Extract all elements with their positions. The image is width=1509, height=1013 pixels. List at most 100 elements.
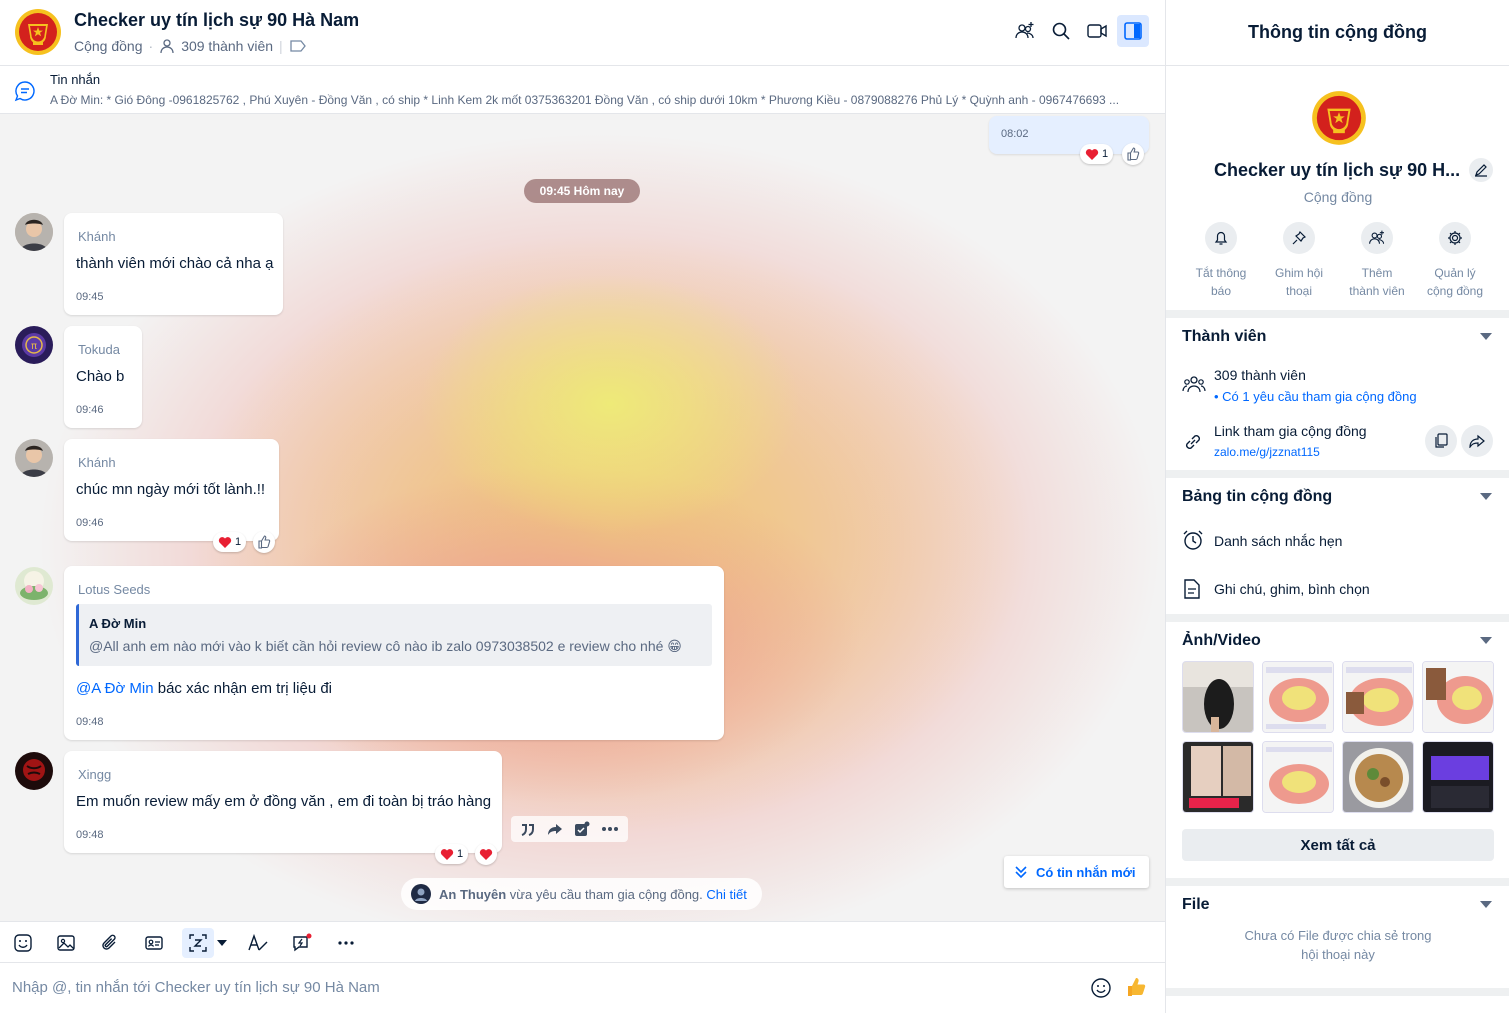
- copy-icon[interactable]: [1425, 425, 1457, 457]
- contact-card-icon[interactable]: [138, 928, 170, 958]
- edit-name-icon[interactable]: [1469, 158, 1493, 182]
- new-messages-button[interactable]: Có tin nhắn mới: [1004, 856, 1149, 888]
- message-bubble[interactable]: Lotus Seeds A Đờ Min @All anh em nào mới…: [64, 566, 724, 740]
- divider: [1166, 470, 1509, 478]
- media-thumbnail[interactable]: [1342, 741, 1414, 813]
- file-section-title[interactable]: File: [1182, 896, 1210, 914]
- like-reaction-button[interactable]: [1122, 143, 1144, 165]
- action-label: Quản lý: [1434, 266, 1476, 280]
- pinned-message-bar[interactable]: Tin nhắn A Đờ Min: * Gió Đông -096182576…: [0, 66, 1165, 114]
- media-thumbnail[interactable]: [1422, 661, 1494, 733]
- message-input[interactable]: Nhập @, tin nhắn tới Checker uy tín lịch…: [12, 979, 380, 996]
- toggle-info-panel-icon[interactable]: [1117, 15, 1149, 47]
- divider: [1166, 310, 1509, 318]
- media-thumbnail[interactable]: [1262, 741, 1334, 813]
- message-time: 09:45: [76, 291, 104, 303]
- gear-icon: [1439, 222, 1471, 254]
- emoji-icon[interactable]: [1090, 977, 1112, 999]
- text-format-icon[interactable]: [242, 928, 274, 958]
- message-bubble[interactable]: Xingg Em muốn review mấy em ở đồng văn ,…: [64, 751, 502, 853]
- reaction-count: 1: [235, 536, 242, 548]
- board-section-title[interactable]: Bảng tin cộng đồng: [1182, 488, 1332, 506]
- manage-community-button[interactable]: Quản lý cộng đồng: [1415, 222, 1495, 300]
- join-request-link[interactable]: • Có 1 yêu cầu tham gia cộng đồng: [1214, 389, 1417, 404]
- sender-name[interactable]: Tokuda: [78, 342, 120, 357]
- attachment-icon[interactable]: [94, 928, 126, 958]
- media-thumbnail[interactable]: [1422, 741, 1494, 813]
- info-panel: Thông tin cộng đồng Checker uy tín lịch …: [1165, 0, 1509, 1013]
- message-composer[interactable]: Nhập @, tin nhắn tới Checker uy tín lịch…: [0, 963, 1165, 1013]
- search-icon[interactable]: [1045, 15, 1077, 47]
- group-subtitle: Cộng đồng · 309 thành viên |: [74, 38, 307, 54]
- pin-conversation-button[interactable]: Ghim hội thoại: [1259, 222, 1339, 300]
- divider: [1166, 614, 1509, 622]
- media-section-title[interactable]: Ảnh/Video: [1182, 632, 1261, 650]
- join-request-text: Có 1 yêu cầu tham gia cộng đồng: [1222, 389, 1417, 404]
- divider: [1166, 878, 1509, 886]
- member-count[interactable]: 309 thành viên: [181, 38, 273, 54]
- notes-item[interactable]: Ghi chú, ghim, bình chọn: [1214, 581, 1370, 597]
- quote-reply-icon[interactable]: [520, 822, 536, 836]
- quick-message-icon[interactable]: [286, 928, 318, 958]
- reaction-badge[interactable]: 1: [1080, 144, 1114, 164]
- caret-down-icon[interactable]: [1480, 333, 1492, 341]
- mention-link[interactable]: @A Đờ Min: [76, 680, 154, 697]
- more-options-icon[interactable]: [330, 928, 362, 958]
- sticker-icon[interactable]: [7, 928, 39, 958]
- date-separator: 09:45 Hôm nay: [524, 179, 640, 203]
- caret-down-icon[interactable]: [1480, 493, 1492, 501]
- tag-icon[interactable]: [289, 39, 307, 53]
- media-thumbnail[interactable]: [1182, 661, 1254, 733]
- reaction-badge[interactable]: 1: [435, 844, 469, 864]
- avatar[interactable]: [15, 213, 53, 251]
- sender-name[interactable]: Lotus Seeds: [78, 582, 150, 597]
- send-like-icon[interactable]: [1126, 976, 1148, 998]
- sender-name[interactable]: Khánh: [78, 455, 116, 470]
- message-list[interactable]: 08:02 1 09:45 Hôm nay Khánh thành viên m…: [0, 114, 1165, 921]
- reaction-badge[interactable]: 1: [213, 532, 247, 552]
- invite-link[interactable]: zalo.me/g/jzznat115: [1214, 445, 1320, 459]
- like-reaction-button[interactable]: [253, 531, 275, 553]
- members-section-title[interactable]: Thành viên: [1182, 328, 1266, 346]
- media-thumbnail[interactable]: [1262, 661, 1334, 733]
- message-hover-actions: [511, 816, 628, 842]
- view-all-button[interactable]: Xem tất cả: [1182, 829, 1494, 861]
- message-bubble[interactable]: Tokuda Chào b 09:46: [64, 326, 142, 428]
- sender-name[interactable]: Khánh: [78, 229, 116, 244]
- caret-down-icon[interactable]: [1480, 901, 1492, 909]
- add-members-button[interactable]: Thêm thành viên: [1337, 222, 1417, 300]
- action-label: cộng đồng: [1426, 284, 1484, 298]
- action-label: thành viên: [1349, 284, 1405, 298]
- avatar[interactable]: π: [15, 326, 53, 364]
- add-member-icon[interactable]: [1009, 15, 1041, 47]
- message-bubble[interactable]: Khánh thành viên mới chào cả nha ạ 09:45: [64, 213, 283, 315]
- requester-name[interactable]: An Thuyên: [439, 887, 506, 902]
- heart-reaction-button[interactable]: [475, 843, 497, 865]
- more-icon[interactable]: [601, 826, 619, 832]
- details-link[interactable]: Chi tiết: [706, 887, 746, 902]
- avatar[interactable]: [15, 752, 53, 790]
- video-call-icon[interactable]: [1081, 15, 1113, 47]
- screenshot-icon[interactable]: [182, 928, 214, 958]
- media-thumbnail[interactable]: [1342, 661, 1414, 733]
- reminders-item[interactable]: Danh sách nhắc hẹn: [1214, 533, 1342, 549]
- share-icon[interactable]: [1461, 425, 1493, 457]
- caret-down-icon[interactable]: [212, 928, 232, 958]
- group-avatar[interactable]: [14, 8, 62, 56]
- group-avatar[interactable]: [1311, 90, 1367, 146]
- sender-name[interactable]: Xingg: [78, 767, 111, 782]
- message-bubble[interactable]: Khánh chúc mn ngày mới tốt lành.!! 09:46: [64, 439, 279, 541]
- avatar[interactable]: [15, 439, 53, 477]
- media-thumbnail[interactable]: [1182, 741, 1254, 813]
- chat-bubble-icon: [14, 80, 36, 102]
- empty-text: Chưa có File được chia sẻ trong: [1244, 928, 1432, 943]
- add-task-icon[interactable]: [574, 821, 590, 837]
- avatar[interactable]: [15, 567, 53, 605]
- caret-down-icon[interactable]: [1480, 637, 1492, 645]
- quoted-message[interactable]: A Đờ Min @All anh em nào mới vào k biết …: [76, 604, 712, 666]
- member-count[interactable]: 309 thành viên: [1214, 367, 1306, 383]
- message-body: bác xác nhận em trị liệu đi: [153, 680, 333, 697]
- image-icon[interactable]: [50, 928, 82, 958]
- forward-icon[interactable]: [547, 822, 563, 836]
- mute-notifications-button[interactable]: Tắt thông báo: [1181, 222, 1261, 300]
